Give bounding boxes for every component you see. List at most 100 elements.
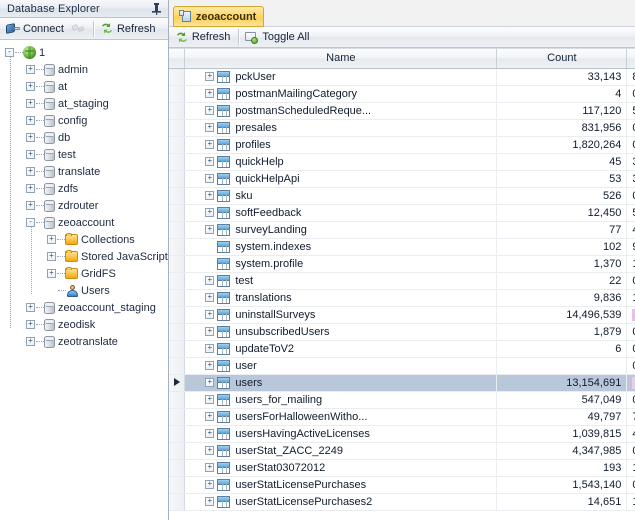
tree-item-at[interactable]: at: [0, 78, 168, 95]
table-row[interactable]: quickHelpApi 5335 KB: [168, 170, 635, 188]
expand-toggle-icon[interactable]: [26, 303, 35, 312]
expand-toggle-icon[interactable]: [26, 133, 35, 142]
connect-button[interactable]: Connect: [4, 19, 69, 39]
tree-item-collections[interactable]: Collections: [0, 231, 168, 248]
tree-item-translate[interactable]: translate: [0, 163, 168, 180]
tree-item-zdrouter[interactable]: zdrouter: [0, 197, 168, 214]
collection-name-cell[interactable]: users_for_mailing: [184, 391, 498, 409]
expand-toggle-icon[interactable]: [26, 99, 35, 108]
expand-toggle-icon[interactable]: [205, 225, 215, 234]
column-header-count[interactable]: Count: [496, 49, 628, 69]
row-indicator-cell[interactable]: [168, 425, 186, 443]
table-row[interactable]: system.indexes 1029 KB: [168, 238, 635, 256]
table-row[interactable]: userStat03072012 19311 KB: [168, 459, 635, 477]
table-row[interactable]: surveyLanding 7741 KB: [168, 221, 635, 239]
expand-toggle-icon[interactable]: [205, 463, 215, 472]
table-row[interactable]: userStat_ZACC_2249 4,347,9850.5 GB: [168, 442, 635, 460]
row-indicator-cell[interactable]: [168, 170, 186, 188]
expand-toggle-icon[interactable]: [205, 157, 215, 166]
row-indicator-cell[interactable]: [168, 374, 186, 392]
tree-item-zeodisk[interactable]: zeodisk: [0, 316, 168, 333]
expand-toggle-icon[interactable]: [205, 72, 215, 81]
row-indicator-cell[interactable]: [168, 493, 186, 511]
expand-toggle-icon[interactable]: [26, 65, 35, 74]
expand-toggle-icon[interactable]: [26, 201, 35, 210]
table-row[interactable]: softFeedback 12,4505.7 MB: [168, 204, 635, 222]
row-indicator-cell[interactable]: [168, 357, 186, 375]
tree-item-admin[interactable]: admin: [0, 61, 168, 78]
row-indicator-cell[interactable]: [168, 153, 186, 171]
table-row[interactable]: sku 5260.1 MB: [168, 187, 635, 205]
tree-item-zeotranslate[interactable]: zeotranslate: [0, 333, 168, 350]
tree-item-config[interactable]: config: [0, 112, 168, 129]
collection-name-cell[interactable]: updateToV2: [184, 340, 498, 358]
table-row[interactable]: uninstallSurveys 14,496,5398.6 GB: [168, 306, 635, 324]
row-indicator-cell[interactable]: [168, 102, 186, 120]
collection-name-cell[interactable]: uninstallSurveys: [184, 306, 498, 324]
expand-toggle-icon[interactable]: [26, 116, 35, 125]
tree-item-zdfs[interactable]: zdfs: [0, 180, 168, 197]
tab-zeoaccount[interactable]: zeoaccount: [172, 6, 265, 27]
row-indicator-cell[interactable]: [168, 340, 186, 358]
row-indicator-cell[interactable]: [168, 272, 186, 290]
row-indicator-cell[interactable]: [168, 204, 186, 222]
tree-item-users[interactable]: Users: [0, 282, 168, 299]
expand-toggle-icon[interactable]: [47, 269, 56, 278]
expand-toggle-icon[interactable]: [205, 378, 215, 387]
table-row[interactable]: pckUser 33,1438.1 MB: [168, 68, 635, 86]
expand-toggle-icon[interactable]: [205, 480, 215, 489]
table-row[interactable]: profiles 1,820,2640.9 GB: [168, 136, 635, 154]
table-row[interactable]: usersHavingActiveLicenses 1,039,81546.4 M…: [168, 425, 635, 443]
column-header-size[interactable]: Siz: [626, 49, 635, 69]
collection-name-cell[interactable]: quickHelpApi: [184, 170, 498, 188]
table-row[interactable]: presales 831,9560.5 GB: [168, 119, 635, 137]
table-row[interactable]: user 0 bytes: [168, 357, 635, 375]
expand-toggle-icon[interactable]: [205, 140, 215, 149]
expand-toggle-icon[interactable]: [205, 276, 215, 285]
collection-name-cell[interactable]: system.profile: [184, 255, 498, 273]
collection-name-cell[interactable]: unsubscribedUsers: [184, 323, 498, 341]
collection-name-cell[interactable]: presales: [184, 119, 498, 137]
row-indicator-cell[interactable]: [168, 255, 186, 273]
expand-toggle-icon[interactable]: [205, 344, 215, 353]
collection-name-cell[interactable]: usersForHalloweenWitho...: [184, 408, 498, 426]
collection-name-cell[interactable]: softFeedback: [184, 204, 498, 222]
expand-toggle-icon[interactable]: [205, 310, 215, 319]
table-row[interactable]: test 220.7 KB: [168, 272, 635, 290]
column-header-indicator[interactable]: [168, 49, 186, 69]
expand-toggle-icon[interactable]: [47, 252, 56, 261]
row-indicator-cell[interactable]: [168, 85, 186, 103]
collection-name-cell[interactable]: userStatLicensePurchases2: [184, 493, 498, 511]
tree-item-zeoaccount[interactable]: zeoaccount: [0, 214, 168, 231]
expand-toggle-icon[interactable]: [205, 191, 215, 200]
collection-name-cell[interactable]: quickHelp: [184, 153, 498, 171]
table-row[interactable]: unsubscribedUsers 1,8790.1 MB: [168, 323, 635, 341]
collection-name-cell[interactable]: users: [184, 374, 498, 392]
row-indicator-cell[interactable]: [168, 187, 186, 205]
collection-name-cell[interactable]: translations: [184, 289, 498, 307]
row-indicator-cell[interactable]: [168, 238, 186, 256]
expand-toggle-icon[interactable]: [47, 235, 56, 244]
expand-toggle-icon[interactable]: [205, 395, 215, 404]
expand-toggle-icon[interactable]: [205, 123, 215, 132]
row-indicator-cell[interactable]: [168, 221, 186, 239]
row-indicator-cell[interactable]: [168, 476, 186, 494]
expand-toggle-icon[interactable]: [205, 327, 215, 336]
grid-refresh-button[interactable]: Refresh: [173, 27, 236, 47]
collection-name-cell[interactable]: userStat_ZACC_2249: [184, 442, 498, 460]
table-row[interactable]: postmanMailingCategory 40.9 KB: [168, 85, 635, 103]
expand-toggle-icon[interactable]: [205, 208, 215, 217]
expand-toggle-icon[interactable]: [205, 429, 215, 438]
expand-toggle-icon[interactable]: [26, 167, 35, 176]
row-indicator-cell[interactable]: [168, 119, 186, 137]
row-indicator-cell[interactable]: [168, 391, 186, 409]
expand-toggle-icon[interactable]: [205, 293, 215, 302]
tree-item-test[interactable]: test: [0, 146, 168, 163]
row-indicator-cell[interactable]: [168, 68, 186, 86]
table-row[interactable]: userStatLicensePurchases 1,543,1400.2 GB: [168, 476, 635, 494]
row-indicator-cell[interactable]: [168, 442, 186, 460]
collection-name-cell[interactable]: test: [184, 272, 498, 290]
collection-name-cell[interactable]: postmanMailingCategory: [184, 85, 498, 103]
row-indicator-cell[interactable]: [168, 306, 186, 324]
expand-toggle-icon[interactable]: [26, 320, 35, 329]
